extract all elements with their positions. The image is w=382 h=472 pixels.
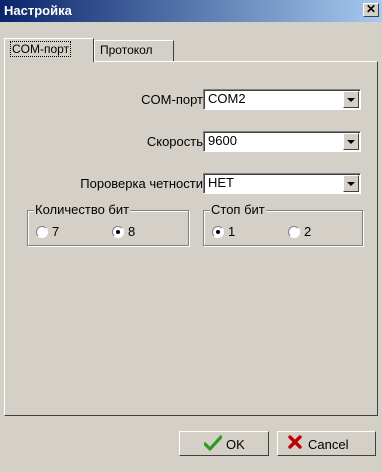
radio-checked-icon[interactable] [112,226,124,238]
tab-com-port-label: COM-порт [10,41,72,57]
radio-checked-icon[interactable] [212,226,224,238]
data-bits-option-7-label: 7 [52,224,60,239]
chevron-down-icon[interactable] [343,91,359,108]
stop-bits-option-2-label: 2 [304,224,312,239]
data-bits-option-8-label: 8 [128,224,136,239]
com-port-value: COM2 [208,91,246,106]
cross-icon [288,435,302,453]
radio-unchecked-icon[interactable] [36,226,48,238]
com-port-label: COM-порт [141,92,203,107]
com-port-select[interactable]: COM2 [203,89,361,110]
radio-unchecked-icon[interactable] [288,226,300,238]
speed-label: Скорость [146,134,203,149]
ok-label: OK [226,437,245,452]
tab-panel-com-port: COM-порт COM2 Скорость 9600 Пороверка че… [4,61,378,416]
tab-protocol[interactable]: Протокол [94,40,174,61]
cancel-label: Cancel [308,437,349,452]
title-bar: Настройка ✕ [0,0,382,22]
data-bits-group: Количество бит 7 8 [27,202,189,246]
speed-select[interactable]: 9600 [203,131,361,152]
parity-label: Пороверка четности [80,176,203,191]
close-icon: ✕ [365,2,377,16]
stop-bits-option-1-label: 1 [228,224,236,239]
tab-protocol-label: Протокол [100,43,153,57]
chevron-down-icon[interactable] [343,175,359,192]
stop-bits-title: Стоп бит [210,202,266,217]
ok-button[interactable]: OK [179,431,269,456]
chevron-down-icon[interactable] [343,133,359,150]
settings-dialog: Настройка ✕ COM-порт Протокол COM-порт C… [0,0,382,472]
speed-value: 9600 [208,133,237,148]
parity-select[interactable]: НЕТ [203,173,361,194]
checkmark-icon [203,435,223,455]
parity-value: НЕТ [208,175,234,190]
cancel-button[interactable]: Cancel [277,431,376,456]
data-bits-title: Количество бит [34,202,131,217]
close-button[interactable]: ✕ [363,3,379,17]
stop-bits-group: Стоп бит 1 2 [203,202,363,246]
tab-com-port[interactable]: COM-порт [4,38,94,62]
window-title: Настройка [4,3,72,18]
